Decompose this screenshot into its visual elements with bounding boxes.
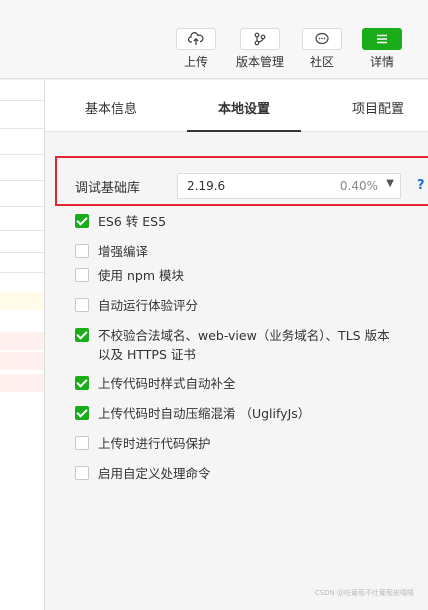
option-enhanced-compile[interactable]: 增强编译 — [75, 242, 390, 261]
list-row-error — [0, 374, 44, 392]
option-label: 上传代码时样式自动补全 — [98, 376, 236, 391]
upload-label: 上传 — [183, 55, 208, 69]
community-label: 社区 — [309, 55, 334, 69]
tab-project-config[interactable]: 项目配置 — [352, 98, 404, 117]
branch-icon — [240, 28, 280, 50]
watermark: CSDN @吃葡萄不吐葡萄皮嘻嘻 — [314, 589, 414, 597]
checkbox[interactable] — [75, 298, 89, 312]
checkbox[interactable] — [75, 436, 89, 450]
option-label: 上传时进行代码保护 — [98, 436, 211, 451]
list-divider — [0, 206, 44, 207]
option-label: 不校验合法域名、web-view（业务域名）、TLS 版本以及 HTTPS 证书 — [98, 328, 390, 362]
community-button[interactable]: 社区 — [302, 28, 342, 70]
option-skip-domain-check[interactable]: 不校验合法域名、web-view（业务域名）、TLS 版本以及 HTTPS 证书 — [75, 326, 390, 364]
menu-icon — [362, 28, 402, 50]
tab-local-settings[interactable]: 本地设置 — [218, 98, 270, 117]
library-version-select[interactable]: 2.19.6 0.40% ▼ — [177, 173, 401, 199]
version-management-button[interactable]: 版本管理 — [236, 28, 284, 70]
library-usage-percent: 0.40% — [339, 179, 378, 193]
option-label: 自动运行体验评分 — [98, 298, 199, 313]
help-icon[interactable]: ? — [417, 178, 425, 193]
tab-basic-info[interactable]: 基本信息 — [85, 98, 137, 117]
top-toolbar: 上传 版本管理 社区 详情 — [0, 0, 428, 79]
list-divider — [0, 252, 44, 253]
version-label: 版本管理 — [236, 55, 285, 69]
file-list-background — [0, 80, 44, 610]
option-label: 启用自定义处理命令 — [98, 466, 211, 481]
details-button[interactable]: 详情 — [362, 28, 402, 70]
option-es6-to-es5[interactable]: ES6 转 ES5 — [75, 212, 390, 231]
list-divider — [0, 128, 44, 129]
chat-bubble-icon — [302, 28, 342, 50]
list-divider — [0, 180, 44, 181]
debug-library-row: 调试基础库 2.19.6 0.40% ▼ ? — [55, 156, 428, 206]
option-code-protection[interactable]: 上传时进行代码保护 — [75, 434, 390, 453]
cloud-upload-icon — [176, 28, 216, 50]
checkbox[interactable] — [75, 406, 89, 420]
list-divider — [0, 100, 44, 101]
list-row-error — [0, 352, 44, 370]
checkbox[interactable] — [75, 328, 89, 342]
option-auto-experience-score[interactable]: 自动运行体验评分 — [75, 296, 390, 315]
checkbox[interactable] — [75, 244, 89, 258]
list-row-warning — [0, 292, 44, 310]
option-label: 增强编译 — [98, 244, 149, 259]
checkbox[interactable] — [75, 268, 89, 282]
option-label: 使用 npm 模块 — [98, 268, 184, 283]
chevron-down-icon: ▼ — [386, 178, 394, 189]
option-label: 上传代码时自动压缩混淆 （UglifyJs） — [98, 406, 311, 421]
option-custom-commands[interactable]: 启用自定义处理命令 — [75, 464, 390, 483]
list-row-error — [0, 332, 44, 350]
list-divider — [0, 272, 44, 273]
details-panel: 基本信息 本地设置 项目配置 调试基础库 2.19.6 0.40% ▼ ? ES… — [44, 80, 428, 610]
library-version-value: 2.19.6 — [187, 179, 226, 193]
debug-library-label: 调试基础库 — [75, 181, 141, 196]
checkbox[interactable] — [75, 214, 89, 228]
option-style-autocomplete[interactable]: 上传代码时样式自动补全 — [75, 374, 390, 393]
option-label: ES6 转 ES5 — [98, 214, 167, 229]
details-label: 详情 — [369, 55, 394, 69]
details-tabs: 基本信息 本地设置 项目配置 — [45, 80, 428, 132]
option-npm-modules[interactable]: 使用 npm 模块 — [75, 266, 390, 285]
checkbox[interactable] — [75, 376, 89, 390]
checkbox[interactable] — [75, 466, 89, 480]
list-divider — [0, 230, 44, 231]
option-minify-obfuscate[interactable]: 上传代码时自动压缩混淆 （UglifyJs） — [75, 404, 390, 423]
list-divider — [0, 154, 44, 155]
upload-button[interactable]: 上传 — [176, 28, 216, 70]
active-tab-indicator — [187, 130, 301, 132]
